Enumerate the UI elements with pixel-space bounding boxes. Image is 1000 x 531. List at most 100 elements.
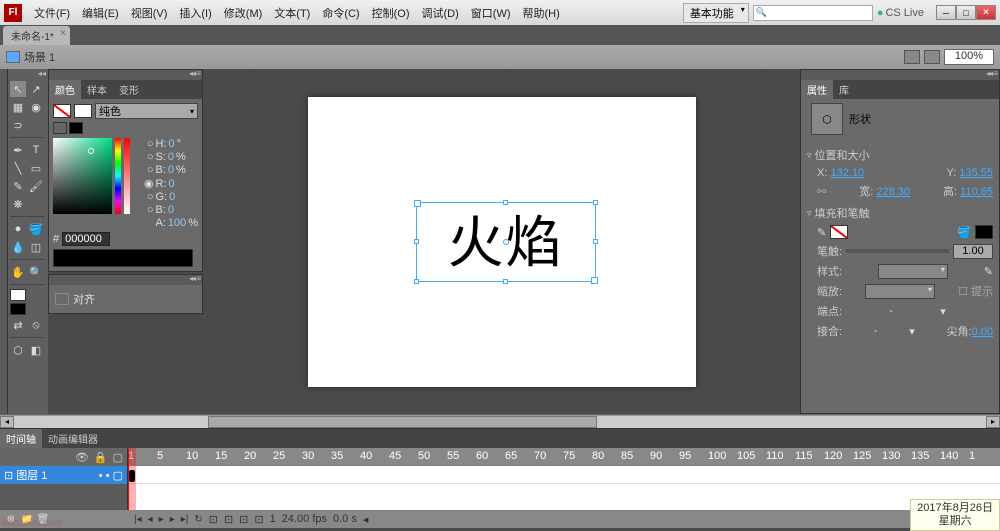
bw-swatch[interactable] [53, 122, 67, 134]
menu-commands[interactable]: 命令(C) [316, 5, 365, 21]
horizontal-scrollbar[interactable]: ◂ ▸ [0, 414, 1000, 428]
bone-tool[interactable]: ⦁ [10, 221, 26, 237]
onion-outline-icon[interactable]: ⊡ [239, 513, 248, 526]
eraser-tool[interactable]: ◫ [28, 239, 44, 255]
tab-motion-editor[interactable]: 动画编辑器 [42, 429, 104, 448]
fill-type-dropdown[interactable]: 纯色 [95, 103, 198, 119]
deco-tool[interactable]: ❋ [10, 196, 26, 212]
s-value[interactable]: 0 [168, 151, 174, 163]
eyedropper-tool[interactable]: 💧 [10, 239, 26, 255]
hint-checkbox[interactable]: 提示 [971, 286, 993, 298]
panel-collapse-icon[interactable] [49, 70, 202, 80]
selection-tool[interactable]: ↖ [10, 81, 26, 97]
scroll-left-icon[interactable]: ◂ [0, 416, 14, 428]
swap-colors-icon[interactable]: ⇄ [10, 317, 26, 333]
scene-icon[interactable] [6, 51, 20, 63]
panel-collapse-icon[interactable] [801, 70, 999, 80]
close-button[interactable]: ✕ [976, 5, 996, 20]
fill-color-swatch[interactable] [10, 303, 26, 315]
search-input[interactable] [753, 5, 873, 21]
free-transform-tool[interactable]: ▦ [10, 99, 26, 115]
fill-color-box[interactable] [975, 225, 993, 239]
menu-view[interactable]: 视图(V) [125, 5, 174, 21]
hand-tool[interactable]: ✋ [10, 264, 26, 280]
pen-tool[interactable]: ✒ [10, 142, 26, 158]
layer-name[interactable]: 图层 1 [16, 467, 47, 483]
paint-bucket-tool[interactable]: 🪣 [28, 221, 44, 237]
selection-bounds[interactable]: 火焰 [416, 202, 596, 282]
cap-value[interactable]: - [889, 305, 893, 317]
group-position[interactable]: 位置和大小 [807, 147, 993, 163]
miter-value[interactable]: 0.00 [972, 326, 993, 338]
lock-icon[interactable]: 🔒 [94, 451, 108, 464]
menu-insert[interactable]: 插入(I) [173, 5, 217, 21]
w-value[interactable]: 228.30 [876, 186, 910, 198]
layer-row[interactable]: ⊡ 图层 1 • • ▢ [0, 466, 127, 484]
cslive-button[interactable]: CS Live [877, 7, 924, 19]
menu-file[interactable]: 文件(F) [28, 5, 76, 21]
lock-aspect-icon[interactable]: ⚯ [817, 185, 826, 198]
transform-center-icon[interactable] [503, 239, 509, 245]
workspace-dropdown[interactable]: 基本功能 [683, 3, 749, 23]
stroke-color-box[interactable] [830, 225, 848, 239]
text-tool[interactable]: T [28, 142, 44, 158]
brush-tool[interactable]: 🖌 [28, 178, 44, 194]
minimize-button[interactable]: ─ [936, 5, 956, 20]
stage-area[interactable]: 火焰 [203, 69, 800, 414]
b-value[interactable]: 0 [168, 164, 174, 176]
menu-debug[interactable]: 调试(D) [416, 5, 465, 21]
group-fill-stroke[interactable]: 填充和笔触 [807, 205, 993, 221]
stroke-color-swatch[interactable] [10, 289, 26, 301]
style-dropdown[interactable] [878, 264, 948, 279]
hex-input[interactable] [62, 232, 110, 246]
fill-swatch[interactable] [74, 104, 92, 118]
edit-symbol-icon[interactable] [924, 50, 940, 64]
menu-window[interactable]: 窗口(W) [465, 5, 517, 21]
menu-help[interactable]: 帮助(H) [517, 5, 566, 21]
subselection-tool[interactable]: ↗ [28, 81, 44, 97]
x-value[interactable]: 132.10 [830, 167, 864, 179]
stroke-slider[interactable] [846, 249, 949, 253]
first-frame-icon[interactable]: |◂ [134, 514, 142, 525]
bl-value[interactable]: 0 [168, 204, 174, 216]
visibility-icon[interactable]: 👁 [75, 451, 89, 464]
tab-properties[interactable]: 属性 [801, 80, 833, 99]
zoom-tool[interactable]: 🔍 [28, 264, 44, 280]
outline-icon[interactable]: ▢ [113, 451, 123, 464]
stroke-swatch[interactable] [53, 104, 71, 118]
zoom-input[interactable]: 100% [944, 49, 994, 65]
frame-row[interactable] [128, 466, 1000, 484]
menu-text[interactable]: 文本(T) [268, 5, 316, 21]
stage[interactable]: 火焰 [308, 97, 696, 387]
align-icon[interactable] [55, 293, 69, 305]
options-icon[interactable]: ◧ [28, 342, 44, 358]
h-value[interactable]: 110.65 [960, 186, 993, 198]
frames-area[interactable]: 1510152025303540455055606570758085909510… [128, 448, 1000, 510]
lasso-tool[interactable]: ⊃ [10, 117, 26, 133]
black-swatch[interactable] [69, 122, 83, 134]
color-picker[interactable] [53, 138, 112, 214]
scale-dropdown[interactable] [865, 284, 935, 299]
next-frame-icon[interactable]: ▸ [170, 514, 175, 525]
r-value[interactable]: 0 [168, 178, 174, 190]
a-value[interactable]: 100 [168, 217, 186, 229]
play-icon[interactable]: ▸ [159, 514, 164, 525]
y-value[interactable]: 135.55 [959, 167, 993, 179]
document-tab[interactable]: 未命名-1* [3, 26, 70, 45]
edit-style-icon[interactable]: ✎ [984, 265, 993, 278]
no-color-icon[interactable]: ⦸ [28, 317, 44, 333]
join-value[interactable]: - [874, 325, 878, 337]
prev-frame-icon[interactable]: ◂ [148, 514, 153, 525]
edit-scene-icon[interactable] [904, 50, 920, 64]
alpha-slider[interactable] [124, 138, 130, 214]
snap-tool[interactable]: ⬡ [10, 342, 26, 358]
keyframe-icon[interactable] [129, 470, 135, 482]
maximize-button[interactable]: □ [956, 5, 976, 20]
hue-slider[interactable] [115, 138, 121, 214]
panel-collapse-icon[interactable] [49, 275, 202, 285]
last-frame-icon[interactable]: ▸| [181, 514, 189, 525]
stroke-width-input[interactable] [953, 244, 993, 259]
rectangle-tool[interactable]: ▭ [28, 160, 44, 176]
tab-swatches[interactable]: 样本 [81, 80, 113, 99]
align-label[interactable]: 对齐 [73, 291, 95, 307]
